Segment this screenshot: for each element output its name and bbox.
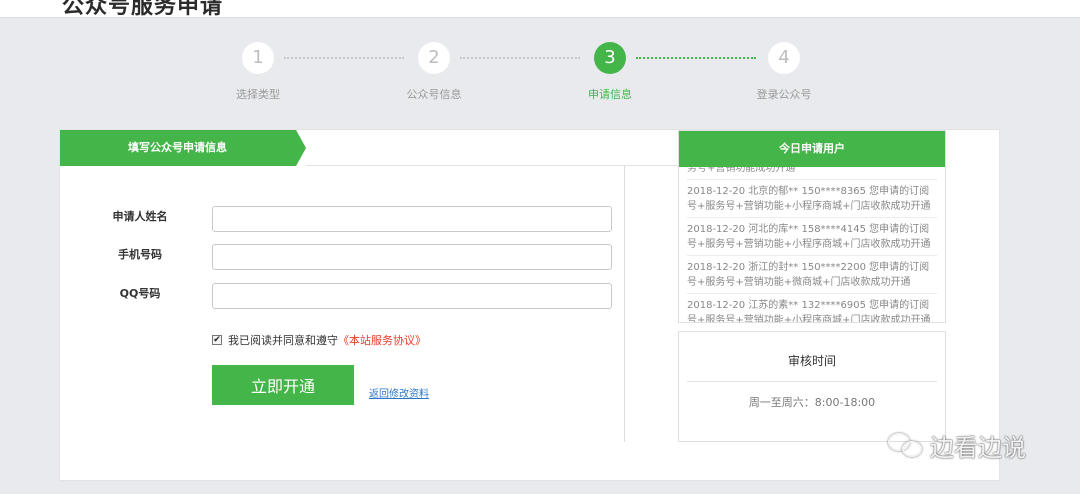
step-3-number: 3 [594,42,626,74]
tab-underline [306,165,678,166]
list-item: 2018-12-20 北京的郁** 150****8365 您申请的订阅号+服务… [687,180,937,218]
today-users-title: 今日申请用户 [679,131,945,167]
agreement-row: ✔ 我已阅读并同意和遵守 《本站服务协议》 [212,332,426,348]
watermark-text: 边看边说 [930,434,1026,462]
step-4-label: 登录公众号 [756,88,812,101]
page-title: 公众号服务申请 [62,0,224,18]
phone-label: 手机号码 [118,248,162,261]
top-bar: 公众号服务申请 [0,0,1080,18]
vertical-divider [624,166,625,442]
step-1: 1 选择类型 [198,42,318,102]
today-users-box: 今日申请用户 务号+营销功能成功开通 2018-12-20 北京的郁** 150… [678,130,946,323]
list-item: 务号+营销功能成功开通 [687,167,937,180]
qq-input[interactable] [212,283,612,309]
step-1-number: 1 [242,42,274,74]
back-edit-link[interactable]: 返回修改资料 [369,385,429,400]
service-agreement-link[interactable]: 《本站服务协议》 [338,332,426,348]
application-panel: 填写公众号申请信息 申请人姓名 手机号码 QQ号码 ✔ 我已阅读并同意和遵守 《… [59,129,1000,481]
review-divider [687,381,937,382]
list-item: 2018-12-20 江苏的素** 132****6905 您申请的订阅号+服务… [687,294,937,322]
step-3: 3 申请信息 [550,42,670,102]
agree-text: 我已阅读并同意和遵守 [228,334,338,347]
step-indicator: 1 选择类型 2 公众号信息 3 申请信息 4 登录公众号 [0,42,1080,112]
qq-label: QQ号码 [119,287,161,300]
review-time-box: 审核时间 周一至周六：8:00-18:00 [678,331,946,442]
step-2: 2 公众号信息 [374,42,494,102]
wechat-icon [888,432,924,459]
form-tab: 填写公众号申请信息 [60,130,306,166]
step-4: 4 登录公众号 [724,42,844,102]
step-4-number: 4 [768,42,800,74]
applicant-name-input[interactable] [212,206,612,232]
step-1-label: 选择类型 [236,88,280,101]
step-2-number: 2 [418,42,450,74]
list-item: 2018-12-20 河北的库** 158****4145 您申请的订阅号+服务… [687,218,937,256]
today-users-list[interactable]: 务号+营销功能成功开通 2018-12-20 北京的郁** 150****836… [679,167,945,322]
list-item: 2018-12-20 浙江的封** 150****2200 您申请的订阅号+服务… [687,256,937,294]
review-time-title: 审核时间 [787,354,836,368]
agree-checkbox[interactable]: ✔ [212,335,222,345]
applicant-name-label: 申请人姓名 [112,210,168,223]
open-now-button[interactable]: 立即开通 [212,365,354,405]
phone-input[interactable] [212,244,612,270]
step-2-label: 公众号信息 [406,88,462,101]
step-3-label: 申请信息 [588,88,632,101]
watermark: 边看边说 [888,428,1026,463]
review-hours: 周一至周六：8:00-18:00 [748,396,876,409]
